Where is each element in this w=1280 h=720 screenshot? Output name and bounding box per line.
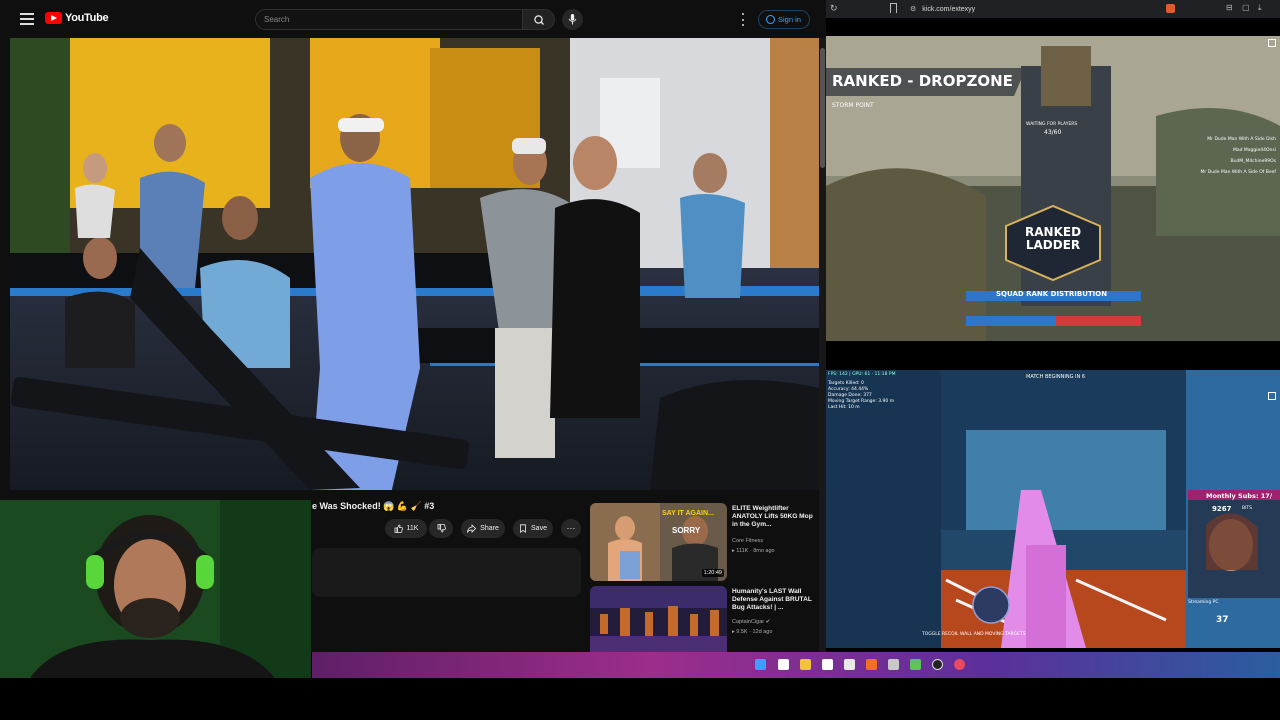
settings-app-icon[interactable] xyxy=(844,659,855,670)
hamburger-menu-icon[interactable] xyxy=(20,13,34,25)
recommended-title[interactable]: ELITE Weightlifter ANATOLY Lifts 50KG Mo… xyxy=(732,505,814,530)
app-triangle-icon[interactable] xyxy=(910,659,921,670)
video-thumbnail[interactable] xyxy=(590,586,727,652)
dislike-button[interactable] xyxy=(429,519,453,538)
player-count: 43/60 xyxy=(1044,129,1062,136)
webcam-image xyxy=(0,500,311,678)
microphone-icon xyxy=(568,14,577,25)
brave-browser-icon[interactable] xyxy=(866,659,877,670)
site-info-icon[interactable]: ⚙ xyxy=(910,5,916,13)
streamer-label: Streaming PC xyxy=(1188,600,1219,605)
sign-in-button[interactable]: Sign in xyxy=(758,10,810,29)
extensions-icon[interactable]: ⊟ xyxy=(1226,3,1233,12)
search-icon xyxy=(534,15,544,25)
youtube-header: YouTube Search Sign in xyxy=(0,0,826,38)
address-bar[interactable]: ⚙ kick.com/extexyy xyxy=(910,3,1140,15)
like-button[interactable]: 11K xyxy=(385,519,427,538)
squad-rank-distribution: SQUAD RANK DISTRIBUTION xyxy=(996,290,1108,298)
share-button[interactable]: Share xyxy=(461,519,505,538)
like-count: 11K xyxy=(406,525,419,532)
youtube-play-icon xyxy=(45,12,62,24)
range-stats: Targets Killed: 0 Accuracy: 44.44% Damag… xyxy=(828,381,894,411)
thumbs-up-icon xyxy=(394,524,403,533)
video-thumbnail[interactable]: SAY IT AGAIN... SORRY 1:20:49 xyxy=(590,503,727,581)
file-explorer-icon[interactable] xyxy=(800,659,811,670)
fullscreen-icon[interactable] xyxy=(1268,392,1276,400)
kill-feed-item: BudM_M4chine99Os xyxy=(1230,159,1276,164)
waiting-label: WAITING FOR PLAYERS xyxy=(1026,122,1078,127)
video-title: e Was Shocked! 😱 💪 🧹 #3 xyxy=(312,501,435,511)
search-button[interactable] xyxy=(522,9,555,30)
fps-readout: FPS: 142 | GPU: 61 · 11:18 PM xyxy=(828,372,896,377)
thumbnail-overlay-text-2: SORRY xyxy=(672,526,701,535)
video-duration: 1:20:49 xyxy=(701,569,724,577)
more-horizontal-icon: ··· xyxy=(566,523,576,533)
video-frame xyxy=(10,38,819,490)
ammo-count: 37 xyxy=(1216,615,1229,625)
start-menu-icon[interactable] xyxy=(755,659,766,670)
kill-feed-item: Mr Dude Man With A Side Of Beef xyxy=(1200,170,1276,175)
task-view-icon[interactable] xyxy=(778,659,789,670)
toggle-hint: TOGGLE RECOIL WALL AND MOVING TARGETS xyxy=(922,632,1026,637)
youtube-logo[interactable]: YouTube xyxy=(45,12,109,24)
recommended-channel[interactable]: CaptainCigar ✔ xyxy=(732,619,770,625)
more-actions-button[interactable]: ··· xyxy=(561,519,581,538)
ladder-line-2: LADDER xyxy=(1025,238,1081,252)
video-player[interactable] xyxy=(10,38,819,490)
kill-feed-item: Mad Maggie44Onsi xyxy=(1232,148,1276,153)
notepad-icon[interactable] xyxy=(822,659,833,670)
refresh-icon[interactable]: ↻ xyxy=(830,3,838,14)
bits-label: BITS xyxy=(1242,506,1253,511)
page-scrollbar[interactable] xyxy=(819,38,826,652)
kill-feed-item: Mr Dude Man With A Side Dish xyxy=(1207,137,1276,142)
search-input[interactable]: Search xyxy=(255,9,523,30)
share-icon xyxy=(467,524,477,533)
stream-panel-ranked[interactable]: RANKED - DROPZONE STORM POINT WAITING FO… xyxy=(826,36,1280,341)
sub-count: 9267 xyxy=(1212,505,1232,513)
map-location: STORM POINT xyxy=(832,102,874,109)
scrollbar-thumb[interactable] xyxy=(820,48,825,168)
url-text[interactable]: kick.com/extexyy xyxy=(922,6,975,13)
recommended-video[interactable]: SAY IT AGAIN... SORRY 1:20:49 ELITE Weig… xyxy=(590,503,814,581)
ranked-ladder-badge: RANKED LADDER xyxy=(1025,226,1081,252)
thumbnail-image xyxy=(590,586,727,652)
share-label: Share xyxy=(480,525,499,532)
description-panel[interactable] xyxy=(312,548,581,597)
taskbar xyxy=(312,652,1280,678)
stat-line: Last Hit: 10 m xyxy=(828,405,860,410)
voice-search-button[interactable] xyxy=(562,9,583,30)
thumbnail-overlay-text: SAY IT AGAIN... xyxy=(662,510,714,517)
match-countdown: MATCH BEGINNING IN 6 xyxy=(1026,374,1086,380)
bookmark-page-icon[interactable] xyxy=(890,3,897,13)
kill-feed: Mr Dude Man With A Side Dish Mad Maggie4… xyxy=(1156,134,1276,178)
recommended-title[interactable]: Humanity's LAST Wall Defense Against BRU… xyxy=(732,588,814,613)
recommended-video[interactable]: Humanity's LAST Wall Defense Against BRU… xyxy=(590,586,812,652)
download-icon[interactable]: ⤓ xyxy=(1258,3,1262,13)
bookmark-icon xyxy=(520,524,526,533)
settings-more-icon[interactable] xyxy=(740,13,746,26)
mode-title: RANKED - DROPZONE xyxy=(832,72,1013,90)
monthly-subs-banner: Monthly Subs: 17/ xyxy=(1206,492,1273,500)
thumbs-down-icon xyxy=(437,524,446,533)
chrome-icon[interactable] xyxy=(954,659,965,670)
calculator-icon[interactable] xyxy=(888,659,899,670)
obs-icon[interactable] xyxy=(932,659,943,670)
stream-panel-range[interactable]: MATCH BEGINNING IN 6 FPS: 142 | GPU: 61 … xyxy=(826,370,1280,648)
sidebar-icon[interactable]: ▢ xyxy=(1242,3,1250,12)
streamer-webcam xyxy=(0,500,311,678)
brave-shield-icon[interactable] xyxy=(1166,4,1175,13)
save-label: Save xyxy=(531,525,547,532)
desktop: YouTube Search Sign in e Was Shocked! 😱 … xyxy=(0,0,1280,720)
sign-in-label: Sign in xyxy=(778,15,801,24)
youtube-logo-text: YouTube xyxy=(65,12,109,24)
account-icon xyxy=(766,15,775,24)
save-button[interactable]: Save xyxy=(513,519,553,538)
recommended-meta: ▸ 111K · 8mo ago xyxy=(732,548,775,554)
search-placeholder: Search xyxy=(264,15,290,24)
fullscreen-icon[interactable] xyxy=(1268,39,1276,47)
recommended-meta: ▸ 9.5K · 12d ago xyxy=(732,629,773,635)
recommended-channel[interactable]: Core Fitness xyxy=(732,538,763,544)
